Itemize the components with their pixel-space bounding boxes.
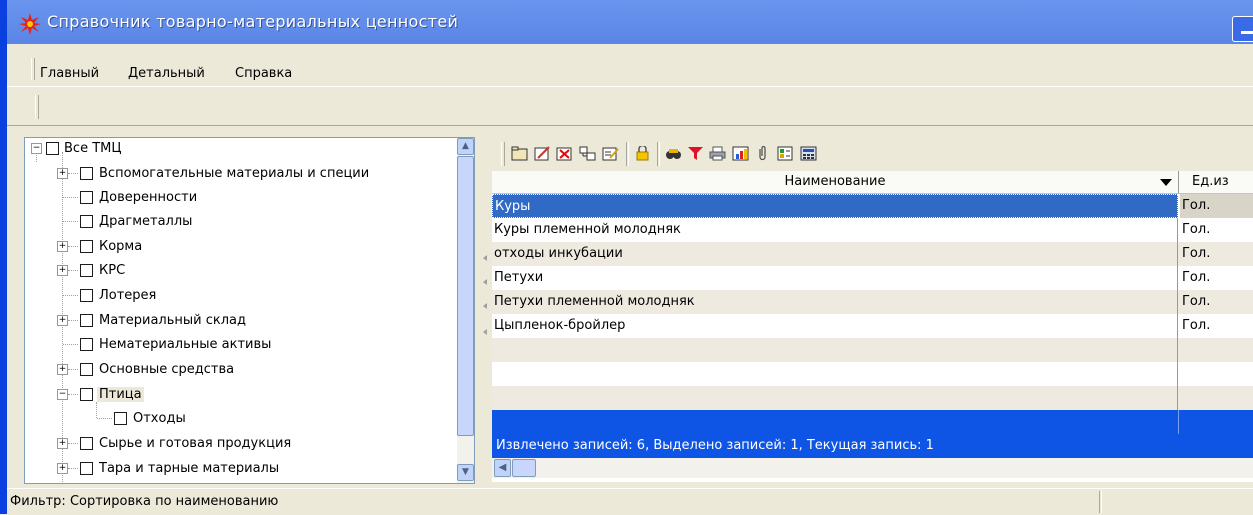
table-row[interactable]: отходы инкубации Гол. [492,242,1253,266]
toolbar-strip [7,87,1253,126]
table-row[interactable]: Куры Гол. [492,194,1253,218]
tree-item-intangible-assets[interactable]: Нематериальные активы [25,334,455,356]
tree-checkbox[interactable] [80,240,93,253]
expand-icon[interactable]: + [57,315,68,326]
binoculars-icon[interactable] [665,146,682,161]
tree-checkbox[interactable] [114,412,127,425]
tree-item-cattle[interactable]: + КРС [25,260,455,282]
tree-checkbox[interactable] [46,142,59,155]
grid-horizontal-scrollbar[interactable]: ◀ [492,458,1253,478]
tree-item-all[interactable]: − Все ТМЦ [25,138,455,160]
tree-vertical-scrollbar[interactable]: ▲ ▼ [457,137,475,484]
window-title: Справочник товарно-материальных ценносте… [47,12,459,31]
title-bar[interactable]: Справочник товарно-материальных ценносте… [7,0,1253,44]
tree-item-lottery[interactable]: Лотерея [25,285,455,307]
expand-icon[interactable]: + [57,168,68,179]
empty-row [492,362,1253,386]
toolbar-grip[interactable] [35,95,39,119]
scroll-up-button[interactable]: ▲ [457,138,474,155]
collapse-icon[interactable]: − [57,389,68,400]
panel-splitter[interactable] [483,135,492,355]
table-row[interactable]: Петухи Гол. [492,266,1253,290]
table-row[interactable]: Петухи племенной молодняк Гол. [492,290,1253,314]
menu-help[interactable]: Справка [235,66,292,81]
tree-checkbox[interactable] [80,289,93,302]
filter-status: Фильтр: Сортировка по наименованию [10,494,279,509]
tree-item-proxies[interactable]: Доверенности [25,187,455,209]
tree-item-feed[interactable]: + Корма [25,236,455,258]
tree-checkbox[interactable] [80,264,93,277]
lock-icon[interactable] [634,146,651,161]
scroll-left-button[interactable]: ◀ [494,459,511,477]
tree-checkbox[interactable] [80,388,93,401]
grid-record-summary: Извлечено записей: 6, Выделено записей: … [492,434,1253,458]
tree-checkbox[interactable] [80,437,93,450]
scroll-down-button[interactable]: ▼ [457,464,474,481]
tree-item-material-warehouse[interactable]: + Материальный склад [25,310,455,332]
table-row[interactable]: Цыпленок-бройлер Гол. [492,314,1253,338]
collapse-icon[interactable]: − [31,143,42,154]
tree-item-packaging[interactable]: + Тара и тарные материалы [25,458,455,480]
minimize-button[interactable] [1232,16,1253,42]
tree-checkbox[interactable] [80,215,93,228]
folder-icon[interactable] [511,146,528,161]
delete-icon[interactable] [556,146,573,161]
expand-icon[interactable]: + [57,438,68,449]
tree-item-fixed-assets[interactable]: + Основные средства [25,359,455,381]
edit-list-icon[interactable] [602,146,619,161]
status-bar: Фильтр: Сортировка по наименованию [7,488,1253,515]
expand-icon[interactable]: + [57,241,68,252]
grid-new-row[interactable] [492,410,1253,434]
menu-bar: Главный Детальный Справка [7,44,1253,87]
menu-main[interactable]: Главный [40,66,99,81]
main-window: Справочник товарно-материальных ценносте… [0,0,1253,515]
tree-checkbox[interactable] [80,338,93,351]
tree-item-aux-materials[interactable]: + Вспомогательные материалы и специи [25,163,455,185]
app-logo-icon [19,13,41,35]
expand-icon[interactable]: + [57,463,68,474]
grid-toolbar [492,137,1253,171]
tree-checkbox[interactable] [80,462,93,475]
grid-header: Наименование Ед.из [492,171,1253,194]
tree-item-waste[interactable]: Отходы [25,402,455,430]
tree-item-poultry[interactable]: − Птица [25,384,455,406]
scroll-thumb[interactable] [512,459,536,477]
edit-icon[interactable] [534,146,551,161]
tree-checkbox[interactable] [80,191,93,204]
menu-detail[interactable]: Детальный [128,66,205,81]
checklist-icon[interactable] [777,146,794,161]
calculator-icon[interactable] [800,146,817,161]
column-header-name[interactable]: Наименование [492,171,1179,193]
tree-item-raw-materials[interactable]: + Сырье и готовая продукция [25,433,455,455]
tree-checkbox[interactable] [80,363,93,376]
table-row[interactable]: Куры племенной молодняк Гол. [492,218,1253,242]
paperclip-icon[interactable] [754,146,771,161]
expand-icon[interactable]: + [57,265,68,276]
tree-checkbox[interactable] [80,314,93,327]
category-tree[interactable]: − Все ТМЦ + Вспомогательные материалы и … [24,137,459,484]
tree-item-precious-metals[interactable]: Драгметаллы [25,211,455,233]
print-icon[interactable] [709,146,726,161]
empty-row [492,386,1253,410]
expand-icon[interactable]: + [57,364,68,375]
window-left-border [0,0,7,514]
status-divider [1099,491,1102,513]
column-header-unit[interactable]: Ед.из [1192,171,1229,193]
filter-icon[interactable] [687,146,704,161]
tree-checkbox[interactable] [80,167,93,180]
items-grid-panel: Наименование Ед.из Куры Гол. Куры племен… [492,137,1253,482]
chart-icon[interactable] [732,146,749,161]
toolbar-grip[interactable] [501,142,505,166]
menu-grip[interactable] [31,58,35,80]
scroll-thumb[interactable] [457,156,474,436]
copy-tree-icon[interactable] [579,146,596,161]
sort-desc-icon[interactable] [1160,179,1172,186]
empty-row [492,338,1253,362]
